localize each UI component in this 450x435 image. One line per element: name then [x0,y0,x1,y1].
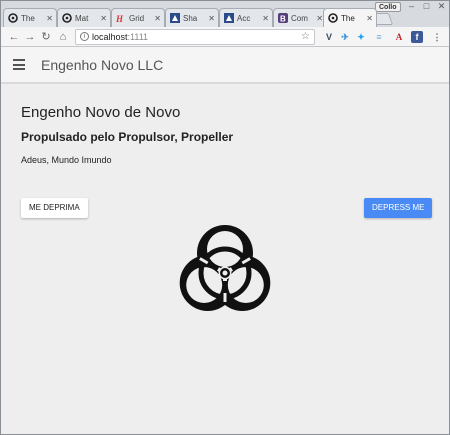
minimize-icon[interactable]: – [405,1,418,11]
biohazard-icon [62,13,72,23]
tab-label: Sha [183,13,198,23]
page-heading: Engenho Novo de Novo [21,104,181,121]
svg-text:H: H [116,14,124,23]
tab-2[interactable]: Mat ✕ [57,8,111,27]
tab-label: The [21,13,35,23]
biohazard-icon [328,13,338,23]
reload-icon[interactable]: ↻ [39,29,53,45]
biohazard-icon [179,225,271,311]
tab-label: Mat [75,13,89,23]
browser-toolbar: ← → ↻ ⌂ i localhost:1111 ☆ V ✈ ✦ ≡ A f ⋮ [1,27,449,47]
grid-logo-icon: H [115,13,126,24]
shape-logo-icon [170,13,180,23]
home-icon[interactable]: ⌂ [56,29,70,45]
body-text: Adeus, Mundo Imundo [21,155,112,165]
tab-close-icon[interactable]: ✕ [366,14,373,23]
svg-text:B: B [280,15,286,24]
browser-window: The ✕ Mat ✕ H Grid ✕ Sha ✕ Acc ✕ B Com ✕ [0,0,450,435]
tab-3[interactable]: H Grid ✕ [111,8,165,27]
forward-arrow-icon[interactable]: → [23,29,37,45]
tab-7-active[interactable]: The ✕ [323,8,377,27]
hamburger-menu-icon[interactable] [13,59,25,70]
address-bar[interactable]: i localhost:1111 ☆ [75,29,315,45]
profile-button[interactable]: Collo [375,2,401,12]
depress-me-button[interactable]: DEPRESS ME [364,198,433,218]
tab-close-icon[interactable]: ✕ [316,14,323,23]
acrobat-icon[interactable]: A [393,31,405,43]
tab-close-icon[interactable]: ✕ [208,14,215,23]
window-close-icon[interactable]: ✕ [435,1,448,12]
tab-close-icon[interactable]: ✕ [100,14,107,23]
tab-6[interactable]: B Com ✕ [273,8,327,27]
biohazard-icon [8,13,18,23]
tab-label: Grid [129,13,145,23]
tab-4[interactable]: Sha ✕ [165,8,219,27]
info-icon[interactable]: i [80,32,89,41]
url-port: :1111 [127,32,149,42]
tab-strip: The ✕ Mat ✕ H Grid ✕ Sha ✕ Acc ✕ B Com ✕ [1,1,449,27]
back-arrow-icon[interactable]: ← [7,29,21,45]
me-deprima-button[interactable]: ME DEPRIMA [21,198,88,218]
tab-close-icon[interactable]: ✕ [46,14,53,23]
tab-label: Acc [237,13,251,23]
main-content: Engenho Novo de Novo Propulsado pelo Pro… [1,84,449,434]
bird-icon[interactable]: ✈ [339,31,351,43]
facebook-icon[interactable]: f [411,31,423,43]
tab-label: The [341,13,355,23]
vue-icon[interactable]: V [323,31,335,43]
app-title: Engenho Novo LLC [41,57,164,73]
bookmark-star-icon[interactable]: ☆ [301,30,310,44]
app-bar: Engenho Novo LLC [1,47,449,83]
chrome-menu-icon[interactable]: ⋮ [431,31,443,43]
page-subheading: Propulsado pelo Propulsor, Propeller [21,130,234,144]
menu-lines-icon[interactable]: ≡ [373,31,385,43]
tab-5[interactable]: Acc ✕ [219,8,273,27]
twitter-icon[interactable]: ✦ [355,31,367,43]
tab-1[interactable]: The ✕ [3,8,57,27]
tab-close-icon[interactable]: ✕ [262,14,269,23]
access-logo-icon [224,13,234,23]
maximize-icon[interactable]: □ [420,1,433,11]
tab-label: Com [291,13,308,23]
tab-close-icon[interactable]: ✕ [154,14,161,23]
bootstrap-logo-icon: B [278,13,288,24]
url-host: localhost [92,32,128,42]
